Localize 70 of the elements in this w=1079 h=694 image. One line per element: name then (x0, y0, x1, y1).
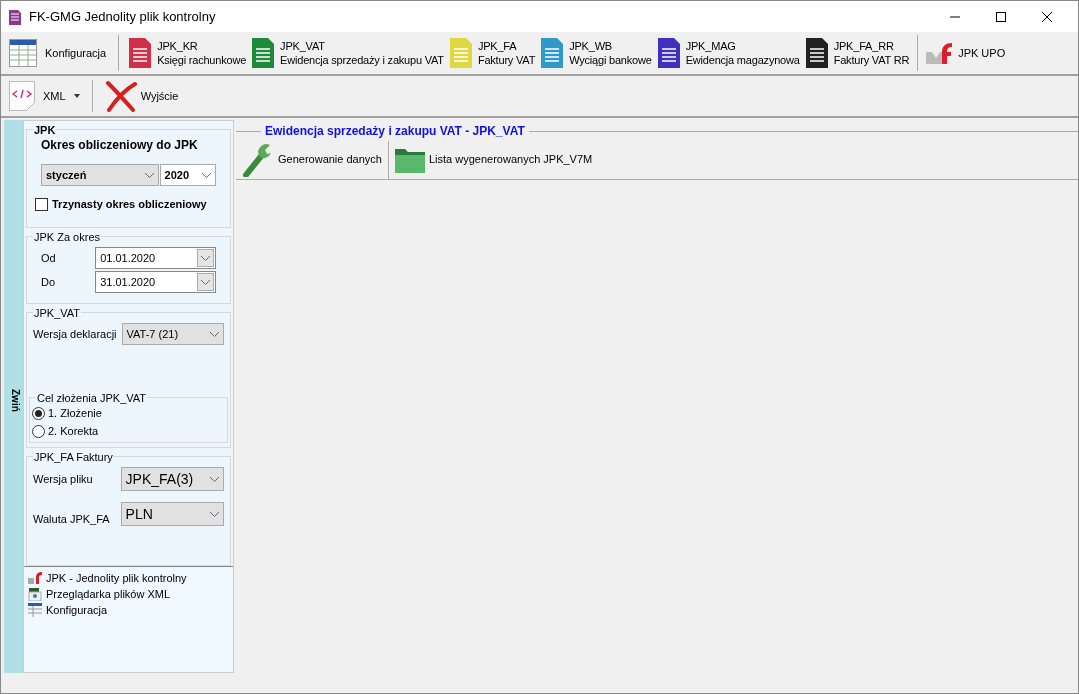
jpk-toolbar-button[interactable]: JPK_WB Wyciągi bankowe (539, 33, 654, 73)
dropdown-caret-icon (73, 94, 80, 98)
month-dropdown[interactable]: styczeń (41, 164, 159, 186)
field-label: Do (41, 274, 57, 290)
checkbox-label: Trzynasty okres obliczeniowy (52, 197, 207, 212)
cross-icon (104, 80, 137, 112)
button-code: JPK_VAT (280, 39, 326, 53)
mf-logo-icon (926, 42, 955, 64)
field-label: Wersja pliku (33, 471, 94, 487)
button-code: JPK_WB (569, 39, 613, 53)
upo-button[interactable]: JPK UPO (922, 33, 1010, 73)
table-icon (9, 39, 37, 67)
navigation-item[interactable]: JPK - Jednolity plik kontrolny (28, 570, 229, 586)
configuration-button[interactable]: Konfiguracja (5, 33, 111, 73)
period-label: Okres obliczeniowy do JPK (41, 137, 199, 154)
navigation-item[interactable]: Konfiguracja (28, 602, 229, 618)
dropdown-caret-icon (201, 279, 210, 285)
button-caption: Księgi rachunkowe (157, 53, 247, 67)
date-to-field[interactable]: 31.01.2020 (95, 271, 216, 293)
radio-label: 1. Złożenie (48, 405, 102, 421)
jpk-toolbar-button[interactable]: JPK_MAG Ewidencja magazynowa (655, 33, 802, 73)
radio-button[interactable] (32, 424, 45, 438)
app-document-icon (9, 8, 21, 25)
exit-button[interactable]: Wyjście (100, 78, 183, 114)
jpk-toolbar-button[interactable]: JPK_FA_RR Faktury VAT RR (803, 33, 912, 73)
mf-logo-icon (28, 572, 42, 584)
button-caption: Faktury VAT (477, 53, 536, 67)
xml-button[interactable]: XML (5, 78, 84, 114)
button-code: JPK_FA_RR (833, 39, 895, 53)
declaration-version-dropdown[interactable]: VAT-7 (21) (121, 323, 224, 345)
button-caption: Wyciągi bankowe (569, 53, 652, 67)
jpk-toolbar-button[interactable]: JPK_FA Faktury VAT (447, 33, 538, 73)
checkbox[interactable] (35, 197, 48, 211)
xml-document-icon (9, 81, 35, 111)
button-code: JPK_KR (157, 39, 199, 53)
jpk-toolbar-button[interactable]: JPK_VAT Ewidencja sprzedaży i zakupu VAT (250, 33, 446, 73)
button-code: JPK_FA (477, 39, 518, 53)
radio-label: 2. Korekta (48, 423, 99, 439)
maximize-icon (996, 11, 1006, 22)
dropdown-caret-icon (210, 476, 219, 482)
file-version-dropdown[interactable]: JPK_FA(3) (120, 467, 224, 491)
close-icon (1042, 11, 1052, 22)
currency-dropdown[interactable]: PLN (120, 502, 224, 527)
window-title: FK-GMG Jednolity plik kontrolny (29, 7, 216, 26)
dropdown-button[interactable] (197, 249, 214, 267)
table-icon (28, 603, 42, 617)
button-caption: Faktury VAT RR (833, 53, 910, 67)
field-label: Od (41, 250, 57, 266)
document-viewer-icon (28, 587, 42, 601)
dropdown-caret-icon (202, 172, 211, 178)
year-dropdown[interactable]: 2020 (159, 164, 216, 186)
dropdown-caret-icon (144, 172, 154, 178)
button-caption: Ewidencja magazynowa (685, 53, 800, 67)
navigation-item[interactable]: Przeglądarka plików XML (28, 586, 229, 602)
dropdown-caret-icon (210, 511, 219, 517)
button-caption: Ewidencja sprzedaży i zakupu VAT (280, 53, 444, 67)
field-label: Wersja deklaracji (33, 326, 118, 342)
dropdown-caret-icon (210, 331, 219, 337)
button-code: JPK_MAG (685, 39, 737, 53)
dropdown-button[interactable] (197, 273, 214, 291)
date-from-field[interactable]: 01.01.2020 (95, 247, 216, 269)
collapse-tab[interactable]: Zwiń (4, 120, 23, 673)
generate-button[interactable]: Generowanie danych (240, 141, 384, 178)
field-label: Waluta JPK_FA (33, 512, 111, 527)
section-heading: Ewidencja sprzedaży i zakupu VAT - JPK_VAT (264, 123, 526, 140)
folder-icon (394, 146, 425, 173)
list-button[interactable]: Lista wygenerowanych JPK_V7M (392, 141, 595, 178)
wrench-icon (242, 142, 274, 177)
dropdown-caret-icon (201, 255, 210, 261)
jpk-toolbar-button[interactable]: JPK_KR Księgi rachunkowe (127, 33, 249, 73)
